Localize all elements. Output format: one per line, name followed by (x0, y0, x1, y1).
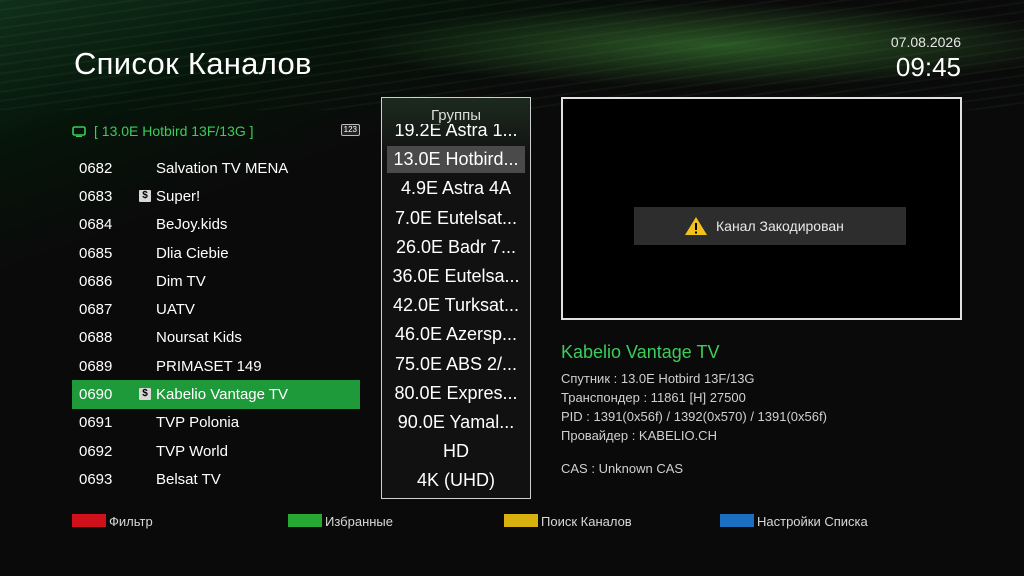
group-item[interactable]: 7.0E Eutelsat... (387, 205, 525, 232)
channel-number: 0691 (79, 414, 113, 432)
group-item[interactable]: 19.2E Astra 1... (387, 124, 525, 144)
group-item[interactable]: 26.0E Badr 7... (387, 234, 525, 261)
group-item[interactable]: 13.0E Hotbird... (387, 146, 525, 174)
transponder-info: Транспондер : 11861 [H] 27500 (561, 390, 746, 405)
red-key-icon[interactable] (72, 514, 106, 527)
group-item[interactable]: 46.0E Azersp... (387, 321, 525, 348)
channel-name: PRIMASET 149 (156, 357, 262, 375)
groups-title: Группы (431, 107, 481, 124)
channel-row[interactable]: 0693 Belsat TV (72, 465, 360, 493)
channel-name: TVP World (156, 442, 228, 460)
filter-button[interactable]: Фильтр (109, 514, 153, 529)
channel-number: 0686 (79, 272, 113, 290)
list-settings-button[interactable]: Настройки Списка (757, 514, 868, 529)
group-item[interactable]: 4.9E Astra 4A (387, 175, 525, 202)
group-item[interactable]: 80.0E Expres... (387, 380, 525, 407)
video-preview: Канал Закодирован (561, 97, 962, 320)
channel-name: BeJoy.kids (156, 216, 228, 234)
channel-row[interactable]: 0685 Dlia Ciebie (72, 239, 360, 267)
encrypted-message: Канал Закодирован (716, 218, 844, 234)
channel-number: 0688 (79, 329, 113, 347)
channel-number: 0684 (79, 216, 113, 234)
channel-name: Dlia Ciebie (156, 244, 229, 262)
channel-row[interactable]: 0690 $ Kabelio Vantage TV (72, 380, 360, 409)
group-item[interactable]: 90.0E Yamal... (387, 409, 525, 436)
channel-number: 0692 (79, 442, 113, 460)
channel-number: 0683 (79, 187, 113, 205)
clock-label: 09:45 (895, 52, 961, 82)
channel-row[interactable]: 0691 TVP Polonia (72, 409, 360, 437)
pid-info: PID : 1391(0x56f) / 1392(0x570) / 1391(0… (561, 409, 827, 424)
numeric-badge: 123 (340, 124, 360, 136)
group-item[interactable]: 42.0E Turksat... (387, 292, 525, 319)
favorites-button[interactable]: Избранные (325, 514, 393, 529)
channel-row[interactable]: 0682 Salvation TV MENA (72, 154, 360, 182)
satellite-info: Спутник : 13.0E Hotbird 13F/13G (561, 371, 755, 386)
channel-search-button[interactable]: Поиск Каналов (541, 514, 632, 529)
channel-name: Salvation TV MENA (156, 159, 289, 177)
channel-row[interactable]: 0688 Noursat Kids (72, 324, 360, 352)
channel-name: Super! (156, 187, 201, 205)
channel-row[interactable]: 0683 $ Super! (72, 182, 360, 210)
channel-number: 0687 (79, 301, 113, 319)
channel-list-screen: Список Каналов 07.08.2026 09:45 [ 13.0E … (0, 0, 1024, 576)
channel-row[interactable]: 0687 UATV (72, 295, 360, 323)
satellite-label: [ 13.0E Hotbird 13F/13G ] (94, 123, 254, 139)
channel-number: 0685 (79, 244, 113, 262)
green-key-icon[interactable] (288, 514, 322, 527)
channel-name: Dim TV (156, 272, 206, 290)
channel-number: 0693 (79, 470, 113, 488)
channel-name: UATV (156, 301, 195, 319)
encrypted-message-box: Канал Закодирован (634, 207, 906, 245)
channel-name: TVP Polonia (156, 414, 240, 432)
channel-row[interactable]: 0684 BeJoy.kids (72, 211, 360, 239)
channel-name: Belsat TV (156, 470, 221, 488)
scrambled-icon: $ (139, 190, 151, 203)
provider-info: Провайдер : KABELIO.CH (561, 428, 717, 443)
channel-number: 0690 (79, 386, 113, 404)
satellite-header[interactable]: [ 13.0E Hotbird 13F/13G ] 123 (72, 121, 360, 141)
channel-row[interactable]: 0686 Dim TV (72, 267, 360, 295)
channel-row[interactable]: 0689 PRIMASET 149 (72, 352, 360, 380)
groups-panel: Группы 19.2E Astra 1... 13.0E Hotbird... 4… (381, 97, 531, 499)
date-label: 07.08.2026 (890, 34, 961, 50)
channel-row[interactable]: 0692 TVP World (72, 437, 360, 465)
channel-name: Noursat Kids (156, 329, 242, 347)
page-title: Список Каналов (74, 46, 312, 81)
cas-info: CAS : Unknown CAS (561, 461, 684, 476)
tv-icon (72, 126, 86, 137)
group-item[interactable]: 75.0E ABS 2/... (387, 351, 525, 378)
warning-icon (685, 217, 707, 235)
channel-name: Kabelio Vantage TV (156, 386, 289, 404)
groups-list: 19.2E Astra 1... 13.0E Hotbird... 4.9E Ast… (382, 124, 530, 498)
group-item[interactable]: 36.0E Eutelsa... (387, 263, 525, 290)
channel-info-name: Kabelio Vantage TV (561, 342, 720, 362)
yellow-key-icon[interactable] (504, 514, 538, 527)
blue-key-icon[interactable] (720, 514, 754, 527)
channel-list: 0682 Salvation TV MENA 0683 $ Super! 0684 BeJo… (72, 154, 360, 494)
channel-number: 0682 (79, 159, 113, 177)
channel-number: 0689 (79, 357, 113, 375)
group-item[interactable]: HD (387, 438, 525, 465)
group-item[interactable]: 4K (UHD) (387, 467, 525, 494)
scrambled-icon: $ (139, 388, 151, 401)
